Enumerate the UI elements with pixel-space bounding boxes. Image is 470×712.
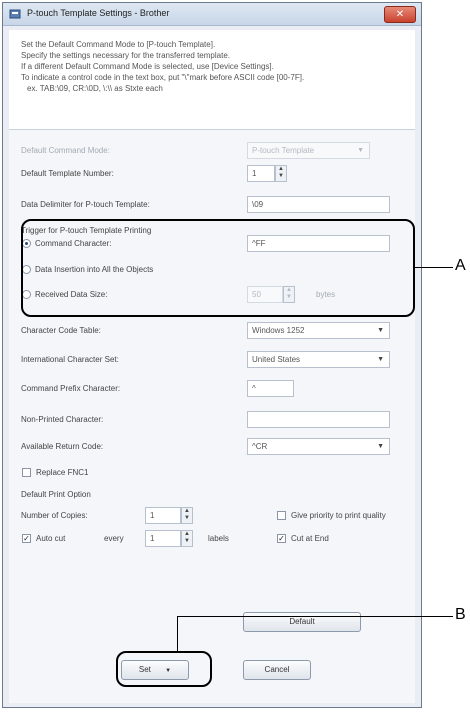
replace-fnc1-checkbox[interactable] <box>22 468 31 477</box>
copies-input[interactable]: 1 <box>145 507 181 524</box>
command-prefix-character-label: Command Prefix Character: <box>21 384 121 393</box>
international-character-set-value: United States <box>252 355 301 364</box>
title-bar[interactable]: P-touch Template Settings - Brother ✕ <box>3 3 421 26</box>
callout-a-letter: A <box>455 257 466 274</box>
spin-down-icon[interactable]: ▼ <box>276 173 286 180</box>
chevron-down-icon: ▼ <box>357 147 364 154</box>
info-line: If a different Default Command Mode is s… <box>21 62 274 71</box>
non-printed-character-label: Non-Printed Character: <box>21 415 104 424</box>
copies-spinner[interactable]: ▲ ▼ <box>181 507 193 524</box>
default-template-number-spinner[interactable]: ▲ ▼ <box>275 165 287 182</box>
replace-fnc1-label: Replace FNC1 <box>36 468 89 477</box>
priority-quality-checkbox[interactable] <box>277 511 286 520</box>
spin-up-icon[interactable]: ▲ <box>182 531 192 538</box>
chevron-down-icon: ▼ <box>377 443 384 450</box>
spin-down-icon[interactable]: ▼ <box>182 538 192 545</box>
data-delimiter-label: Data Delimiter for P-touch Template: <box>21 200 150 209</box>
info-panel: Set the Default Command Mode to [P-touch… <box>9 30 415 130</box>
default-template-number-label: Default Template Number: <box>21 169 114 178</box>
callout-a-line <box>415 267 453 268</box>
info-line: ex. TAB:\09, CR:\0D, \:\\ as Stxte each <box>27 84 163 93</box>
cut-at-end-label: Cut at End <box>291 534 329 543</box>
spin-down-icon[interactable]: ▼ <box>182 515 192 522</box>
spin-up-icon[interactable]: ▲ <box>182 508 192 515</box>
dialog-body: Set the Default Command Mode to [P-touch… <box>9 30 415 703</box>
auto-cut-checkbox[interactable]: ✓ <box>22 534 31 543</box>
close-icon: ✕ <box>395 9 405 20</box>
priority-quality-label: Give priority to print quality <box>291 511 386 520</box>
window-title: P-touch Template Settings - Brother <box>27 8 170 18</box>
international-character-set-label: International Character Set: <box>21 355 119 364</box>
close-button[interactable]: ✕ <box>384 6 416 23</box>
chevron-down-icon: ▼ <box>377 356 384 363</box>
every-input[interactable]: 1 <box>145 530 181 547</box>
spin-up-icon[interactable]: ▲ <box>276 166 286 173</box>
settings-window: P-touch Template Settings - Brother ✕ Se… <box>2 2 422 708</box>
info-line: Specify the settings necessary for the t… <box>21 51 230 60</box>
chevron-down-icon: ▼ <box>377 327 384 334</box>
callout-b-letter: B <box>455 606 466 623</box>
default-command-mode-dropdown[interactable]: P-touch Template ▼ <box>247 142 370 159</box>
default-template-number-input[interactable]: 1 <box>247 165 275 182</box>
labels-unit: labels <box>208 534 229 543</box>
default-button[interactable]: Default <box>243 612 361 632</box>
every-label: every <box>104 534 124 543</box>
info-line: To indicate a control code in the text b… <box>21 73 305 82</box>
international-character-set-dropdown[interactable]: United States ▼ <box>247 351 390 368</box>
callout-b-box <box>116 651 212 687</box>
available-return-code-value: ^CR <box>252 442 268 451</box>
default-command-mode-label: Default Command Mode: <box>21 146 110 155</box>
available-return-code-label: Available Return Code: <box>21 442 104 451</box>
default-command-mode-value: P-touch Template <box>252 146 315 155</box>
command-prefix-character-input[interactable]: ^ <box>247 380 294 397</box>
callout-a-box <box>21 219 415 317</box>
character-code-table-label: Character Code Table: <box>21 326 101 335</box>
app-icon <box>9 9 21 19</box>
callout-b-line <box>177 616 178 651</box>
every-spinner[interactable]: ▲ ▼ <box>181 530 193 547</box>
cancel-button[interactable]: Cancel <box>243 660 311 680</box>
check-icon: ✓ <box>23 534 30 543</box>
available-return-code-dropdown[interactable]: ^CR ▼ <box>247 438 390 455</box>
info-line: Set the Default Command Mode to [P-touch… <box>21 40 216 49</box>
non-printed-character-input[interactable] <box>247 411 390 428</box>
character-code-table-dropdown[interactable]: Windows 1252 ▼ <box>247 322 390 339</box>
cut-at-end-checkbox[interactable]: ✓ <box>277 534 286 543</box>
data-delimiter-input[interactable]: \09 <box>247 196 390 213</box>
auto-cut-label: Auto cut <box>36 534 66 543</box>
copies-label: Number of Copies: <box>21 511 88 520</box>
callout-b-line <box>177 616 453 617</box>
character-code-table-value: Windows 1252 <box>252 326 305 335</box>
print-option-title: Default Print Option <box>21 490 91 499</box>
check-icon: ✓ <box>278 534 285 543</box>
